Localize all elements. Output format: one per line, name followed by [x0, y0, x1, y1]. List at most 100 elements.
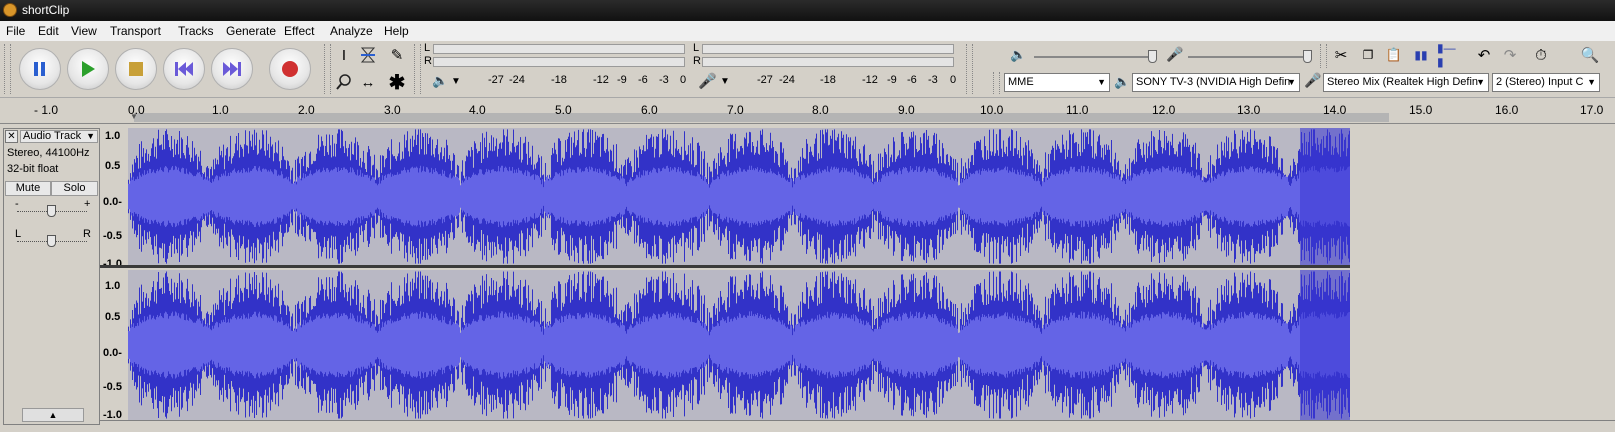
- meter-left-label: L: [424, 42, 431, 54]
- meter-scale-label: -18: [820, 74, 836, 86]
- audio-host-select[interactable]: MME ▼: [1004, 73, 1110, 92]
- undo-icon[interactable]: ↶: [1473, 44, 1495, 66]
- collapse-track-icon[interactable]: ▲: [22, 408, 84, 422]
- microphone-icon[interactable]: 🎤: [698, 72, 717, 90]
- paste-icon[interactable]: 📋: [1383, 44, 1405, 66]
- playback-device-value: SONY TV-3 (NVIDIA High Defin: [1136, 76, 1291, 88]
- track-name-menu[interactable]: Audio Track ▼: [20, 130, 98, 143]
- record-meter-right[interactable]: [702, 57, 954, 67]
- menu-analyze[interactable]: Analyze: [330, 24, 373, 38]
- skip-to-end-icon: [212, 49, 252, 89]
- close-track-icon[interactable]: ✕: [5, 130, 18, 143]
- audio-host-value: MME: [1008, 76, 1034, 88]
- speaker-icon[interactable]: 🔈: [432, 73, 448, 89]
- meter-scale-label: -6: [638, 74, 648, 86]
- meter-right-label: R: [424, 55, 432, 67]
- ruler-tick-label: 2.0: [298, 103, 315, 117]
- channels-value: 2 (Stereo) Input C: [1496, 76, 1584, 88]
- menu-view[interactable]: View: [71, 24, 97, 38]
- playback-volume-slider[interactable]: [1034, 56, 1154, 58]
- mute-button[interactable]: Mute: [5, 181, 51, 196]
- pause-button[interactable]: [19, 48, 61, 90]
- waveform-rms: [128, 311, 1350, 379]
- zoom-tool-icon[interactable]: [333, 71, 355, 93]
- ruler-tick-label: 6.0: [641, 103, 658, 117]
- sync-lock-icon[interactable]: ⏱: [1530, 44, 1552, 66]
- scale-label: 1.0: [105, 130, 121, 142]
- copy-icon[interactable]: ❐: [1357, 44, 1379, 66]
- menu-transport[interactable]: Transport: [110, 24, 161, 38]
- playback-meter-left[interactable]: [433, 44, 685, 54]
- pan-slider-thumb[interactable]: [47, 235, 56, 247]
- playback-device-select[interactable]: SONY TV-3 (NVIDIA High Defin ▼: [1132, 73, 1300, 92]
- ruler-tick-label: 12.0: [1152, 103, 1176, 117]
- cut-icon[interactable]: ✂: [1330, 44, 1352, 66]
- trim-audio-icon[interactable]: ▮▮: [1410, 44, 1432, 66]
- empty-track-area[interactable]: [1350, 128, 1615, 420]
- scale-label: 0.5: [105, 311, 121, 323]
- menu-effect[interactable]: Effect: [284, 24, 314, 38]
- selection-tool-icon[interactable]: I: [333, 44, 355, 66]
- multi-tool-icon[interactable]: ✱: [386, 71, 408, 94]
- toolbar-grip[interactable]: [324, 44, 331, 94]
- time-shift-tool-icon[interactable]: ↔: [357, 71, 379, 93]
- ruler-audio-extent: [134, 113, 1389, 122]
- waveform-selection: [1300, 128, 1350, 265]
- record-meter-left[interactable]: [702, 44, 954, 54]
- toolbar-grip[interactable]: [4, 44, 11, 94]
- skip-to-start-button[interactable]: [163, 48, 205, 90]
- record-meter-menu-icon[interactable]: ▼: [720, 76, 730, 87]
- menu-edit[interactable]: Edit: [38, 24, 59, 38]
- toolbar-grip[interactable]: [993, 72, 1000, 94]
- redo-icon[interactable]: ↷: [1499, 44, 1521, 66]
- play-button[interactable]: [67, 48, 109, 90]
- silence-audio-icon[interactable]: ▮—▮: [1437, 41, 1459, 69]
- meter-scale-label: -9: [887, 74, 897, 86]
- gain-slider-thumb[interactable]: [47, 205, 56, 217]
- ruler-tick-label: 10.0: [980, 103, 1004, 117]
- playback-volume-thumb[interactable]: [1148, 50, 1157, 63]
- recording-device-select[interactable]: Stereo Mix (Realtek High Defin ▼: [1323, 73, 1489, 92]
- ruler-tick-label: 1.0: [212, 103, 229, 117]
- menu-help[interactable]: Help: [384, 24, 409, 38]
- ruler-tick-label: 7.0: [727, 103, 744, 117]
- playback-meter-right[interactable]: [433, 57, 685, 67]
- record-button[interactable]: [269, 48, 311, 90]
- toolbar-grip[interactable]: [1320, 44, 1327, 68]
- scale-label: 1.0: [105, 280, 121, 292]
- meter-scale-label: -3: [659, 74, 669, 86]
- solo-button[interactable]: Solo: [51, 181, 98, 196]
- envelope-tool-icon[interactable]: [357, 44, 379, 66]
- track-name: Audio Track: [23, 130, 82, 142]
- zoom-in-icon[interactable]: 🔍: [1579, 44, 1601, 66]
- meter-scale-label: -27: [488, 74, 504, 86]
- skip-to-end-button[interactable]: [211, 48, 253, 90]
- ruler-tick-label: 3.0: [384, 103, 401, 117]
- draw-tool-icon[interactable]: ✎: [386, 44, 408, 66]
- meter-scale-label: -27: [757, 74, 773, 86]
- meter-scale-label: -24: [509, 74, 525, 86]
- scale-label: -0.5: [103, 381, 122, 393]
- title-bar: shortClip: [0, 0, 1615, 21]
- recording-volume-slider[interactable]: [1188, 56, 1310, 58]
- menu-generate[interactable]: Generate: [226, 24, 276, 38]
- meter-scale-label: 0: [680, 74, 687, 86]
- ruler-tick-label: 16.0: [1495, 103, 1519, 117]
- record-icon: [270, 49, 310, 89]
- gain-minus-label: -: [15, 198, 19, 210]
- channels-select[interactable]: 2 (Stereo) Input C ▼: [1492, 73, 1600, 92]
- waveform-left-svg: [128, 128, 1350, 265]
- toolbar-grip[interactable]: [414, 44, 421, 94]
- stop-icon: [116, 49, 156, 89]
- playback-meter-menu-icon[interactable]: ▼: [451, 76, 461, 87]
- pan-left-label: L: [15, 228, 22, 240]
- recording-volume-thumb[interactable]: [1303, 50, 1312, 63]
- menu-tracks[interactable]: Tracks: [178, 24, 214, 38]
- menu-file[interactable]: File: [6, 24, 25, 38]
- play-icon: [68, 49, 108, 89]
- meter-scale-label: -3: [928, 74, 938, 86]
- toolbar-grip[interactable]: [966, 44, 973, 94]
- ruler-tick-label: 9.0: [898, 103, 915, 117]
- stop-button[interactable]: [115, 48, 157, 90]
- pan-right-label: R: [83, 228, 91, 240]
